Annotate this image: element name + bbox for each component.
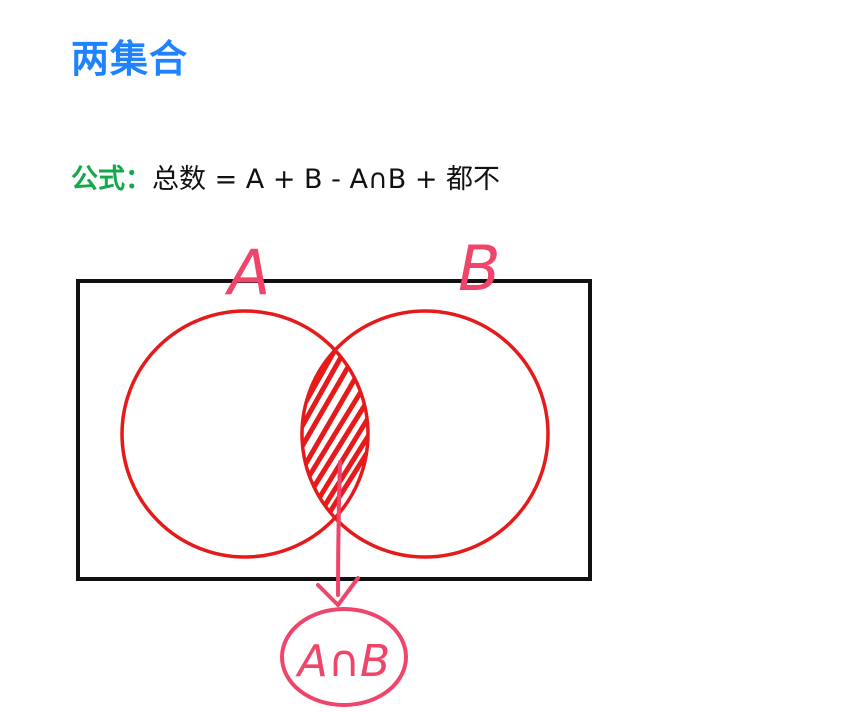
circle-a — [120, 309, 370, 559]
set-b-label: B — [458, 232, 501, 305]
set-a-label: A — [224, 236, 270, 309]
intersection-label: A∩B — [295, 636, 391, 687]
universe-frame — [76, 279, 592, 581]
intersection-hatching — [302, 347, 368, 518]
venn-diagram: A B A∩B — [76, 232, 592, 707]
